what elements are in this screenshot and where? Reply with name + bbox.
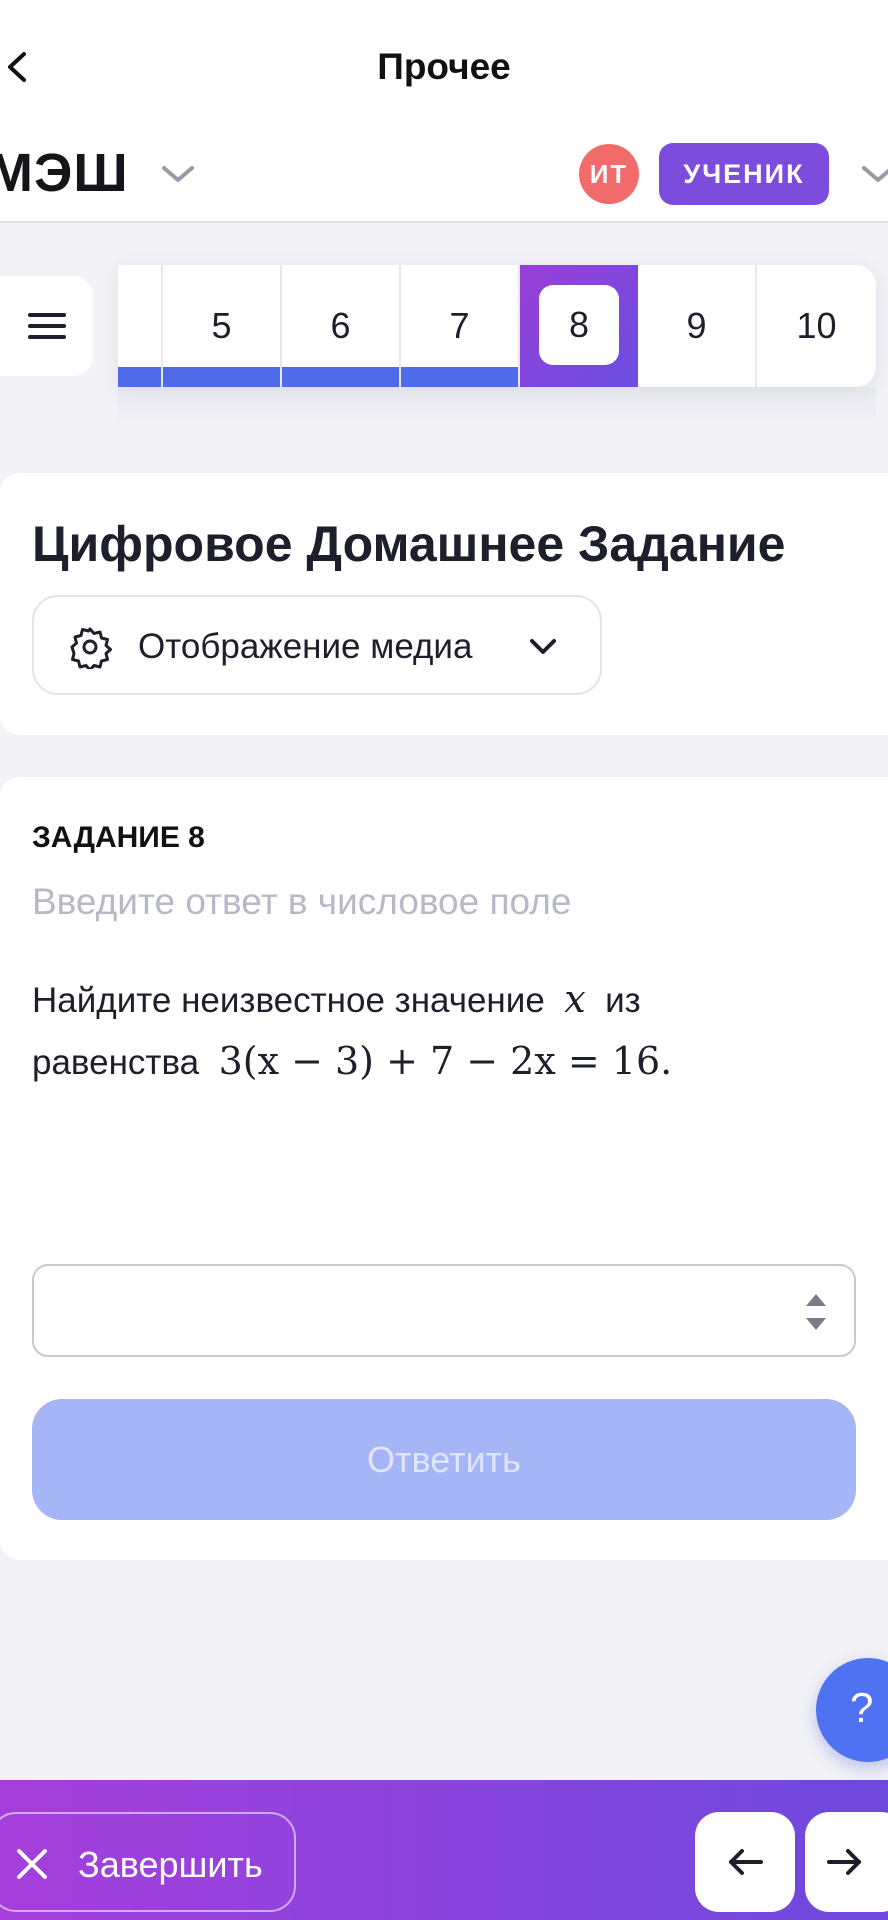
question-nav-item[interactable]: 6	[282, 265, 401, 387]
question-nav-item[interactable]: 5	[163, 265, 282, 387]
next-question-button[interactable]	[805, 1812, 888, 1912]
task-text-line1-end: из	[605, 981, 641, 1020]
arrow-left-icon	[729, 1849, 763, 1875]
question-menu-button[interactable]	[0, 276, 93, 376]
nav-bar: Прочее	[0, 0, 888, 130]
gear-icon	[70, 627, 112, 669]
chevron-down-icon[interactable]	[158, 160, 198, 190]
question-nav-item[interactable]: 9	[638, 265, 757, 387]
hamburger-menu-icon	[27, 313, 66, 339]
answer-input[interactable]	[34, 1266, 794, 1355]
question-number: 6	[330, 305, 351, 346]
task-text: Найдите неизвестное значение x из равенс…	[32, 969, 812, 1093]
chevron-down-icon	[530, 639, 556, 654]
help-button[interactable]: ?	[816, 1658, 888, 1762]
progress-bar	[163, 367, 280, 387]
page: Прочее МЭШ ИТ УЧЕНИК 5 6 7 8 9 10 Цифров…	[0, 0, 888, 1920]
role-badge[interactable]: УЧЕНИК	[659, 143, 829, 205]
question-nav-item[interactable]	[118, 265, 163, 387]
task-heading: ЗАДАНИЕ 8	[32, 821, 205, 854]
app-header: МЭШ ИТ УЧЕНИК	[0, 130, 888, 223]
arrow-right-icon	[827, 1849, 861, 1875]
question-nav: 5 6 7 8 9 10	[118, 265, 876, 387]
task-text-line2: равенства	[32, 1043, 200, 1082]
question-number: 9	[686, 305, 707, 346]
brand-logo[interactable]: МЭШ	[0, 142, 129, 204]
task-hint: Введите ответ в числовое поле	[32, 881, 572, 922]
submit-answer-button[interactable]: Ответить	[32, 1399, 856, 1520]
math-equation: 3(x − 3) + 7 − 2x = 16.	[218, 1039, 673, 1083]
question-number: 10	[796, 305, 837, 346]
answer-field[interactable]	[32, 1264, 856, 1357]
close-icon	[17, 1849, 47, 1879]
question-nav-item-active[interactable]: 8	[520, 265, 638, 387]
bottom-bar: Завершить	[0, 1780, 888, 1920]
progress-bar	[118, 367, 161, 387]
finish-button[interactable]: Завершить	[0, 1812, 296, 1912]
math-variable: x	[564, 977, 586, 1021]
progress-bar	[282, 367, 399, 387]
task-card: ЗАДАНИЕ 8 Введите ответ в числовое поле …	[0, 777, 888, 1560]
question-number: 7	[449, 305, 470, 346]
card-title: Цифровое Домашнее Задание	[32, 516, 786, 572]
media-select-label: Отображение медиа	[138, 627, 473, 666]
question-number: 5	[211, 305, 232, 346]
task-text-line1: Найдите неизвестное значение	[32, 981, 545, 1020]
media-display-select[interactable]: Отображение медиа	[32, 595, 602, 695]
avatar[interactable]: ИТ	[579, 144, 639, 204]
previous-question-button[interactable]	[695, 1812, 795, 1912]
question-nav-item[interactable]: 10	[757, 265, 876, 387]
title-card: Цифровое Домашнее Задание Отображение ме…	[0, 473, 888, 735]
question-nav-shadow	[118, 387, 876, 427]
progress-bar	[401, 367, 518, 387]
question-number: 8	[568, 304, 590, 345]
question-nav-item[interactable]: 7	[401, 265, 520, 387]
page-title: Прочее	[377, 46, 511, 87]
active-question-pill: 8	[539, 285, 619, 365]
chevron-down-icon[interactable]	[858, 160, 888, 190]
finish-label: Завершить	[78, 1844, 263, 1885]
help-icon: ?	[850, 1684, 874, 1731]
number-stepper-icon[interactable]	[804, 1290, 828, 1334]
